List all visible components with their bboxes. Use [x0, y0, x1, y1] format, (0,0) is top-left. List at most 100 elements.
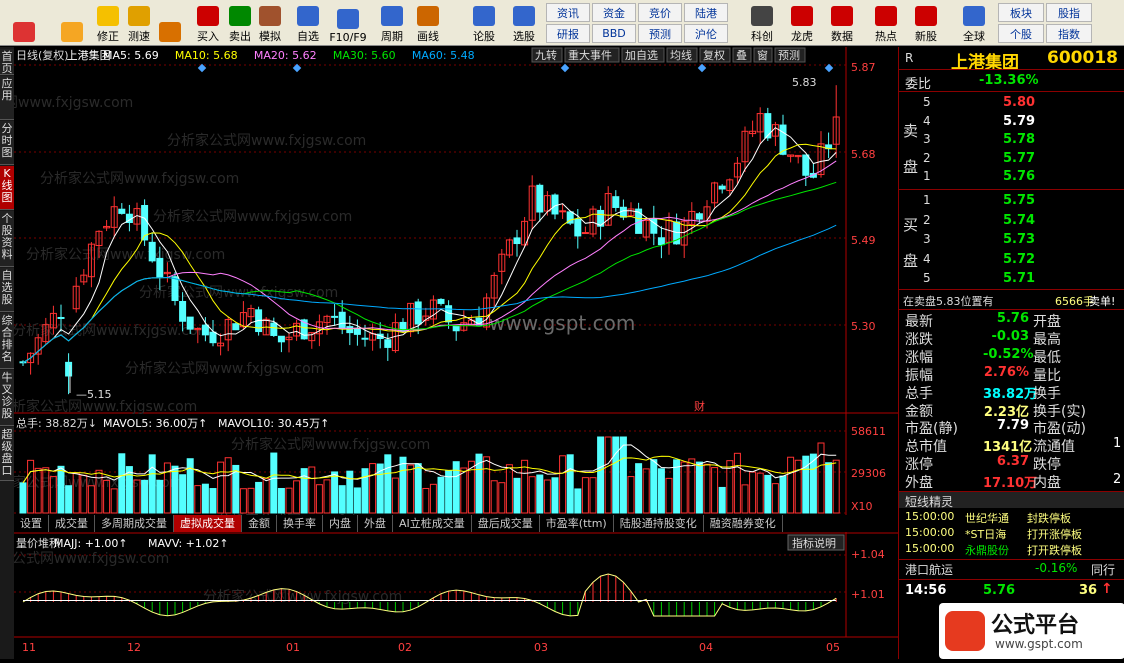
volume-bar	[452, 461, 460, 514]
toolbar-button-period[interactable]: 周期	[372, 2, 412, 44]
short-time: 15:00:00	[905, 526, 955, 539]
indicator-tab-11[interactable]: 陆股通持股变化	[614, 515, 704, 532]
toolbar-small-button[interactable]: 资讯	[546, 3, 590, 22]
left-tab-2[interactable]: 分时图	[0, 121, 14, 165]
ind-header-majj: MAJJ: +1.00↑	[54, 537, 128, 550]
toolbar-button-f10[interactable]: F10/F9	[328, 2, 368, 44]
sep	[899, 69, 1124, 70]
left-tab-1[interactable]: 应用	[0, 76, 14, 120]
volume-bar	[635, 463, 643, 514]
toolbar-button-back-arrow[interactable]	[52, 2, 92, 44]
x-axis-label: 12	[127, 641, 141, 654]
volume-bar	[513, 477, 521, 514]
toolbar-button-select-stock[interactable]: 选股	[504, 2, 544, 44]
chart-menu-4: 复权	[703, 48, 725, 62]
buy-level: 2	[923, 212, 931, 227]
toolbar-small-button[interactable]: 陆港	[684, 3, 728, 22]
left-tab-5[interactable]: 自选股	[0, 268, 14, 312]
left-tab-7[interactable]: 牛叉诊股	[0, 370, 14, 426]
sell-group-label: 卖盘	[903, 122, 919, 176]
ind-header-mavv: MAVV: +1.02↑	[148, 537, 229, 550]
price-tick: 5.87	[851, 61, 876, 74]
indicator-tab-10[interactable]: 市盈率(ttm)	[540, 515, 614, 532]
pe-data-icon	[831, 6, 853, 26]
toolbar-button-dragon-tiger[interactable]: 龙虎	[782, 2, 822, 44]
sep	[899, 289, 1124, 290]
candle-body	[619, 206, 627, 218]
candle-body	[536, 184, 544, 213]
sell-icon	[229, 6, 251, 26]
toolbar-button-new-stock[interactable]: 新股	[906, 2, 946, 44]
volume-bar	[186, 458, 194, 514]
tick-volume: 36	[1079, 583, 1098, 598]
toolbar-small-button[interactable]: 沪伦	[684, 24, 728, 43]
candle-body	[764, 113, 772, 139]
toolbar-small-button[interactable]: 研报	[546, 24, 590, 43]
toolbar-small-button[interactable]: BBD	[592, 24, 636, 43]
indicator-tab-9[interactable]: 盘后成交量	[472, 515, 540, 532]
toolbar-button-pe-data[interactable]: 数据	[822, 2, 862, 44]
low-price-label: —5.15	[76, 388, 112, 401]
toolbar-button-discuss[interactable]: 论股	[464, 2, 504, 44]
toolbar-label: 卖出	[229, 30, 251, 43]
kline-chart-area[interactable]: 日线(复权) 上港集团 MA5: 5.69 MA10: 5.68 MA20: 5.62 M…	[0, 47, 898, 659]
indicator-tab-12[interactable]: 融资融券变化	[704, 515, 783, 532]
volume-bar	[399, 456, 407, 514]
stat-value: 1	[1113, 436, 1122, 452]
toolbar-button-star[interactable]: 自选	[288, 2, 328, 44]
indicator-tab-7[interactable]: 外盘	[358, 515, 393, 532]
toolbar-button-pen[interactable]: 画线	[408, 2, 448, 44]
candle-body	[118, 208, 126, 214]
toolbar-small-button[interactable]: 竞价	[638, 3, 682, 22]
watermark-text: 分析家公式网www.fxjgsw.com	[14, 550, 169, 567]
finance-marker: 财	[694, 399, 705, 413]
candle-body	[695, 213, 703, 220]
toolbar-button-colorful-grid[interactable]	[4, 2, 44, 44]
weibi-label: 委比	[905, 77, 932, 92]
indicator-tab-0[interactable]: 设置	[14, 515, 49, 532]
period-icon	[381, 6, 403, 26]
toolbar-small-button[interactable]: 股指	[1046, 3, 1092, 22]
sector-peers-link: 同行	[1091, 563, 1116, 577]
up-down-arrows-icon	[97, 6, 119, 26]
toolbar-small-button[interactable]: 指数	[1046, 24, 1092, 43]
toolbar-small-button[interactable]: 板块	[998, 3, 1044, 22]
toolbar-button-clock[interactable]	[150, 2, 190, 44]
header-ma20: MA20: 5.62	[254, 49, 317, 62]
clock-icon	[159, 22, 181, 42]
sell-level: 1	[923, 169, 931, 183]
watermark-text: 分析家公式网www.fxjgsw.com	[26, 246, 225, 263]
toolbar-label: 科创	[751, 30, 773, 43]
short-stock: 永鼎股份	[965, 544, 1009, 557]
toolbar-button-hammer[interactable]: 模拟	[250, 2, 290, 44]
indicator-tab-6[interactable]: 内盘	[323, 515, 358, 532]
toolbar-button-globe[interactable]: 全球	[954, 2, 994, 44]
toolbar-button-hotspot[interactable]: 热点	[866, 2, 906, 44]
stat-value: -0.52%	[983, 346, 1034, 362]
indicator-tab-3[interactable]: 虚拟成交量	[174, 515, 242, 532]
short-time: 15:00:00	[905, 510, 955, 523]
left-tab-bar: 首页 应用 分时图 K线图 个股资料 自选股 综合排名 牛叉诊股 超级盘口	[0, 47, 14, 659]
left-tab-4[interactable]: 个股资料	[0, 211, 14, 267]
indicator-tab-8[interactable]: AI立桩成交量	[393, 515, 472, 532]
left-tab-8[interactable]: 超级盘口	[0, 427, 14, 481]
indicator-tab-4[interactable]: 金额	[242, 515, 277, 532]
left-tab-3[interactable]: K线图	[0, 166, 14, 210]
stat-value: 1341亿	[983, 440, 1033, 456]
toolbar-button-kechuang[interactable]: 科创	[742, 2, 782, 44]
vol-header-mavol10: MAVOL10: 30.45万↑	[218, 417, 329, 430]
toolbar-small-button[interactable]: 个股	[998, 24, 1044, 43]
indicator-tab-1[interactable]: 成交量	[49, 515, 95, 532]
left-tab-6[interactable]: 综合排名	[0, 313, 14, 369]
left-tab-0[interactable]: 首页	[0, 49, 14, 75]
stat-value: 7.79	[996, 418, 1029, 434]
volume-bar	[361, 468, 369, 514]
stat-value: 2.76%	[983, 364, 1029, 380]
short-event: 打开涨停板	[1027, 528, 1082, 541]
toolbar-small-button[interactable]: 资金	[592, 3, 636, 22]
sell-price: 5.79	[1003, 113, 1036, 129]
indicator-tab-2[interactable]: 多周期成交量	[95, 515, 174, 532]
sell-level: 3	[923, 132, 931, 146]
toolbar-small-button[interactable]: 预测	[638, 24, 682, 43]
indicator-tab-5[interactable]: 换手率	[277, 515, 323, 532]
